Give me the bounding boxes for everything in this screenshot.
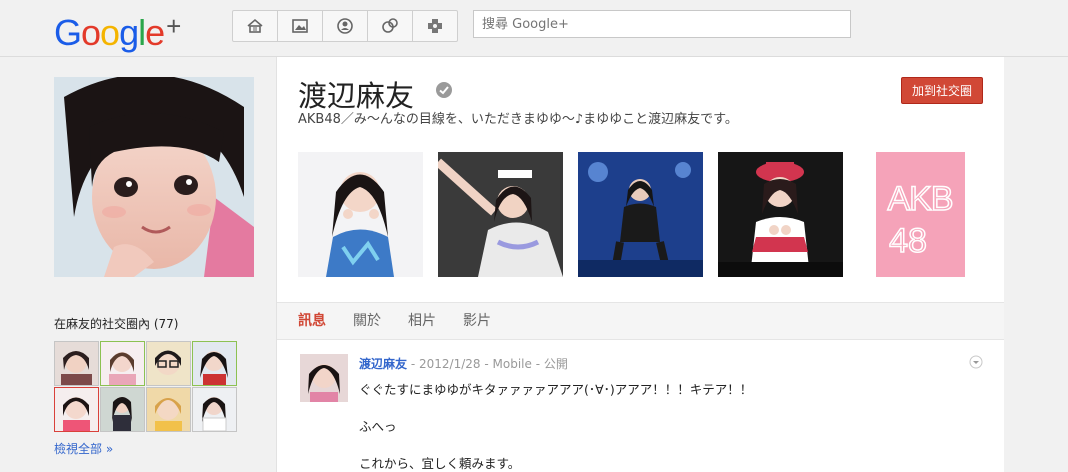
circle-member-avatar[interactable] xyxy=(100,387,145,432)
post-card: 渡辺麻友 - 2012/1/28 - Mobile - 公開 ぐぐたすにまゆゆが… xyxy=(277,339,1004,472)
circles-count-title: 在麻友的社交圈內 (77) xyxy=(54,317,179,331)
main-nav xyxy=(232,10,458,42)
separator: - xyxy=(410,357,419,371)
post-visibility[interactable]: 公開 xyxy=(544,357,568,371)
post-header: 渡辺麻友 - 2012/1/28 - Mobile - 公開 xyxy=(359,355,568,372)
tab-posts[interactable]: 訊息 xyxy=(298,303,326,339)
circle-member-avatar[interactable] xyxy=(192,387,237,432)
profile-photo[interactable] xyxy=(718,152,843,277)
circles-icon[interactable] xyxy=(368,11,413,41)
circle-member-avatar[interactable] xyxy=(146,341,191,386)
left-sidebar: 在麻友的社交圈內 (77) 檢視全部 » xyxy=(0,57,276,472)
circle-member-avatar[interactable] xyxy=(54,387,99,432)
post-author-link[interactable]: 渡辺麻友 xyxy=(359,357,407,371)
circle-member-avatar[interactable] xyxy=(146,387,191,432)
search-input[interactable] xyxy=(473,10,851,38)
home-icon[interactable] xyxy=(233,11,278,41)
post-source: Mobile xyxy=(492,357,532,371)
circles-grid xyxy=(54,341,237,432)
separator: - xyxy=(535,357,544,371)
svg-text:48: 48 xyxy=(889,222,927,260)
akb48-logo-text: AKB xyxy=(887,180,952,218)
profile-tagline: AKB48／み～んなの目線を、いただきまゆゆ～♪まゆゆこと渡辺麻友です。 xyxy=(298,112,738,127)
profile-photo[interactable] xyxy=(578,152,703,277)
photos-icon[interactable] xyxy=(278,11,323,41)
post-date[interactable]: 2012/1/28 xyxy=(419,357,481,371)
tab-about[interactable]: 關於 xyxy=(353,303,381,339)
profile-main: 渡辺麻友 AKB48／み～んなの目線を、いただきまゆゆ～♪まゆゆこと渡辺麻友です… xyxy=(276,57,1005,472)
profile-avatar xyxy=(54,77,254,277)
post-text-line: ふへっ xyxy=(359,419,397,434)
profile-icon[interactable] xyxy=(323,11,368,41)
top-bar: Google+ xyxy=(0,0,1068,57)
separator: - xyxy=(484,357,493,371)
verified-check-icon xyxy=(436,82,452,98)
circle-member-avatar[interactable] xyxy=(192,341,237,386)
post-author-avatar[interactable] xyxy=(300,354,348,402)
tab-photos[interactable]: 相片 xyxy=(408,303,436,339)
post-options-chevron-icon[interactable] xyxy=(969,355,983,369)
view-all-circles-link[interactable]: 檢視全部 » xyxy=(54,440,113,457)
right-margin xyxy=(1004,57,1068,472)
circle-member-avatar[interactable] xyxy=(100,341,145,386)
profile-photo[interactable] xyxy=(298,152,423,277)
add-to-circles-button[interactable]: 加到社交圈 xyxy=(901,77,983,104)
tab-videos[interactable]: 影片 xyxy=(463,303,491,339)
google-plus-logo[interactable]: Google+ xyxy=(54,6,181,53)
post-text-line: これから、宜しく頼みます。 xyxy=(359,456,521,471)
profile-photo[interactable] xyxy=(438,152,563,277)
circle-member-avatar[interactable] xyxy=(54,341,99,386)
profile-tabs: 訊息 關於 相片 影片 xyxy=(277,302,1004,340)
post-text-line: ぐぐたすにまゆゆがキタァァァァアアア(･∀･)アアア！！！キテア！！ xyxy=(359,382,753,397)
games-icon[interactable] xyxy=(413,11,457,41)
akb48-logo-photo[interactable]: AKB 48 xyxy=(858,152,983,277)
